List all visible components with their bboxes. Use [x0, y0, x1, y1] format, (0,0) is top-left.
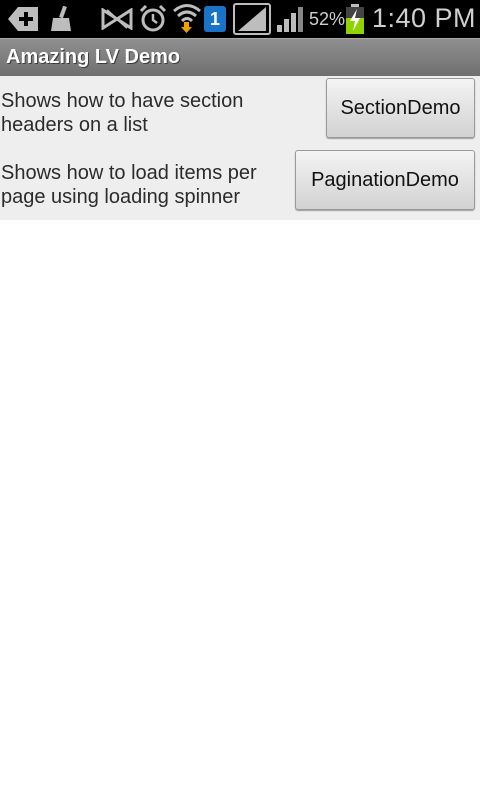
alarm-icon	[139, 4, 167, 37]
signal-strength-icon	[233, 3, 271, 39]
signal-strength-icon	[277, 6, 307, 36]
status-bar: 1 52% 1:40 PM	[0, 0, 480, 38]
broom-icon	[50, 5, 72, 36]
section-demo-description: Shows how to have section headers on a l…	[1, 90, 244, 136]
notification-badge-count: 1	[209, 9, 220, 29]
pagination-demo-description: Shows how to load items per page using l…	[1, 162, 257, 208]
wifi-download-icon	[172, 2, 202, 38]
pagination-demo-button[interactable]: PaginationDemo	[295, 150, 475, 210]
list-item: Shows how to load items per page using l…	[0, 148, 480, 220]
section-demo-button[interactable]: SectionDemo	[326, 78, 475, 138]
add-icon	[8, 7, 40, 35]
status-time: 1:40 PM	[372, 3, 477, 33]
title-bar: Amazing LV Demo	[0, 38, 480, 76]
signal-blocked-icon	[101, 7, 133, 34]
list-item: Shows how to have section headers on a l…	[0, 76, 480, 148]
demo-list: Shows how to have section headers on a l…	[0, 76, 480, 220]
page-title: Amazing LV Demo	[6, 46, 181, 68]
notification-badge-icon: 1	[204, 6, 226, 36]
battery-percent: 52%	[309, 9, 346, 29]
battery-charging-icon	[345, 4, 365, 38]
